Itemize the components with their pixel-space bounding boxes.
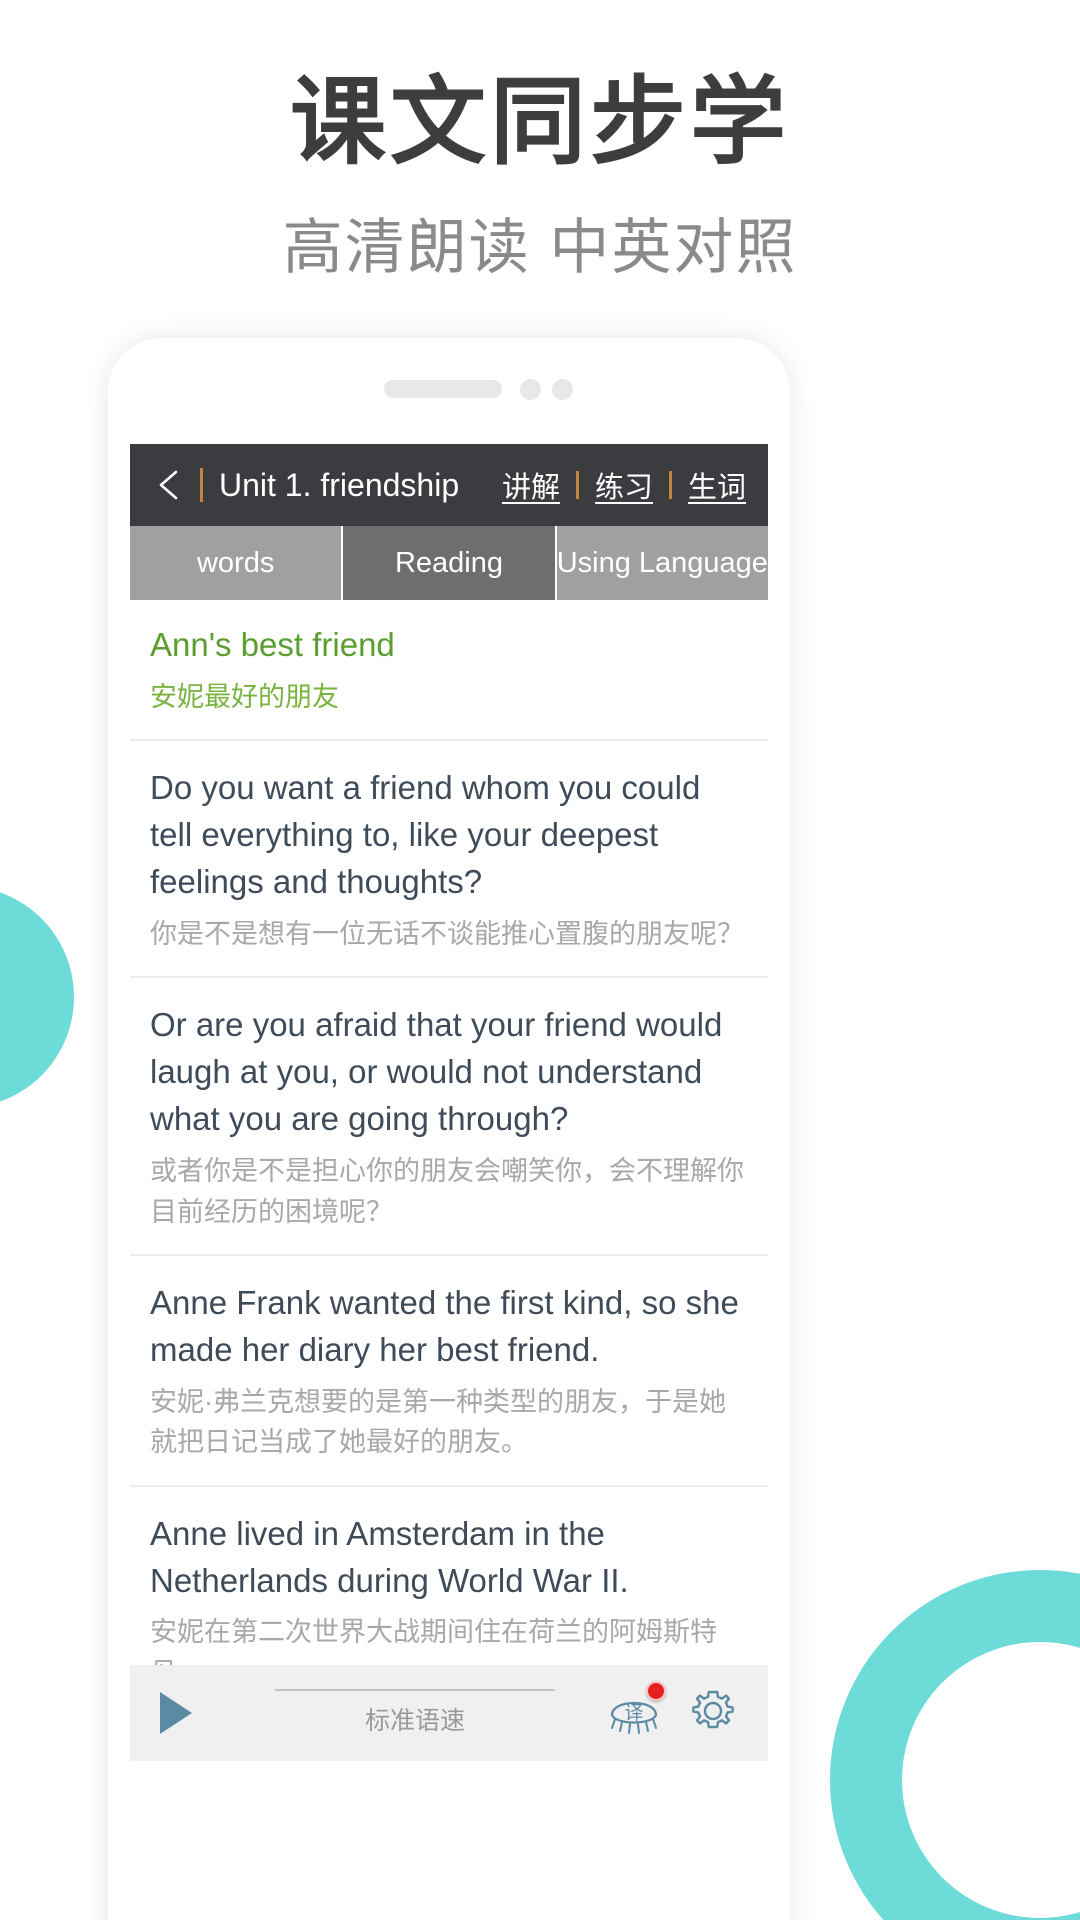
gear-icon[interactable] (688, 1686, 738, 1741)
audio-player-bar: 标准语速 译 (130, 1665, 768, 1761)
header-link-divider (575, 471, 579, 499)
app-header: Unit 1. friendship 讲解 练习 生词 (130, 444, 768, 526)
paragraph-english: Or are you afraid that your friend would… (150, 1006, 723, 1138)
lesson-title-en: Ann's best friend (150, 626, 395, 663)
paragraph-chinese: 你是不是想有一位无话不谈能推心置腹的朋友呢？ (150, 918, 744, 949)
tab-reading[interactable]: Reading (343, 526, 557, 600)
paragraph-chinese: 安妮在第二次世界大战期间住在荷兰的阿姆斯特丹。 (150, 1617, 717, 1665)
header-links: 讲解 练习 生词 (502, 464, 746, 506)
header-link-vocabulary[interactable]: 生词 (688, 464, 746, 506)
speed-slider-track (275, 1689, 555, 1691)
decorative-teal-ring-right (830, 1570, 1080, 1920)
play-icon[interactable] (156, 1689, 200, 1737)
player-action-icons: 译 (606, 1680, 738, 1741)
speed-slider[interactable]: 标准语速 (234, 1689, 596, 1737)
notification-badge (646, 1680, 666, 1701)
paragraph-row[interactable]: Do you want a friend whom you could tell… (130, 741, 768, 979)
tab-using-language[interactable]: Using Language (556, 526, 768, 600)
tab-bar: words Reading Using Language (130, 526, 768, 600)
paragraph-english: Anne lived in Amsterdam in the Netherlan… (150, 1514, 629, 1599)
paragraph-chinese: 或者你是不是担心你的朋友会嘲笑你，会不理解你目前经历的困境呢？ (150, 1156, 744, 1227)
header-link-exercise[interactable]: 练习 (595, 464, 653, 506)
lesson-content[interactable]: Ann's best friend 安妮最好的朋友 Do you want a … (130, 600, 768, 1665)
paragraph-english: Do you want a friend whom you could tell… (150, 769, 701, 901)
phone-mockup: Unit 1. friendship 讲解 练习 生词 words Readin… (108, 338, 790, 1920)
promo-heading-group: 课文同步学 高清朗读 中英对照 (0, 0, 1080, 284)
lesson-title-zh: 安妮最好的朋友 (150, 681, 339, 712)
paragraph-chinese: 安妮·弗兰克想要的是第一种类型的朋友，于是她就把日记当成了她最好的朋友。 (150, 1386, 726, 1458)
chevron-left-icon[interactable] (152, 468, 186, 502)
header-link-explanation[interactable]: 讲解 (502, 464, 560, 506)
page-title: 课文同步学 (290, 69, 790, 176)
phone-top-bezel (108, 338, 790, 444)
header-divider (200, 468, 203, 502)
header-link-divider (668, 471, 672, 499)
unit-title: Unit 1. friendship (219, 466, 460, 503)
page-subtitle: 高清朗读 中英对照 (282, 214, 798, 282)
paragraph-row[interactable]: Anne lived in Amsterdam in the Netherlan… (130, 1487, 768, 1665)
phone-speaker (384, 380, 502, 398)
phone-camera-dot (552, 379, 573, 400)
eye-translate-icon[interactable]: 译 (606, 1680, 666, 1740)
paragraph-row[interactable]: Or are you afraid that your friend would… (130, 978, 768, 1257)
decorative-teal-circle-left (0, 886, 74, 1108)
paragraph-english: Anne Frank wanted the first kind, so she… (150, 1284, 739, 1368)
phone-sensor-dot (520, 379, 541, 400)
speed-label: 标准语速 (364, 1707, 465, 1735)
svg-text:译: 译 (624, 1703, 643, 1724)
paragraph-row[interactable]: Anne Frank wanted the first kind, so she… (130, 1256, 768, 1487)
tab-words[interactable]: words (130, 526, 344, 600)
lesson-title-block: Ann's best friend 安妮最好的朋友 (130, 600, 768, 742)
